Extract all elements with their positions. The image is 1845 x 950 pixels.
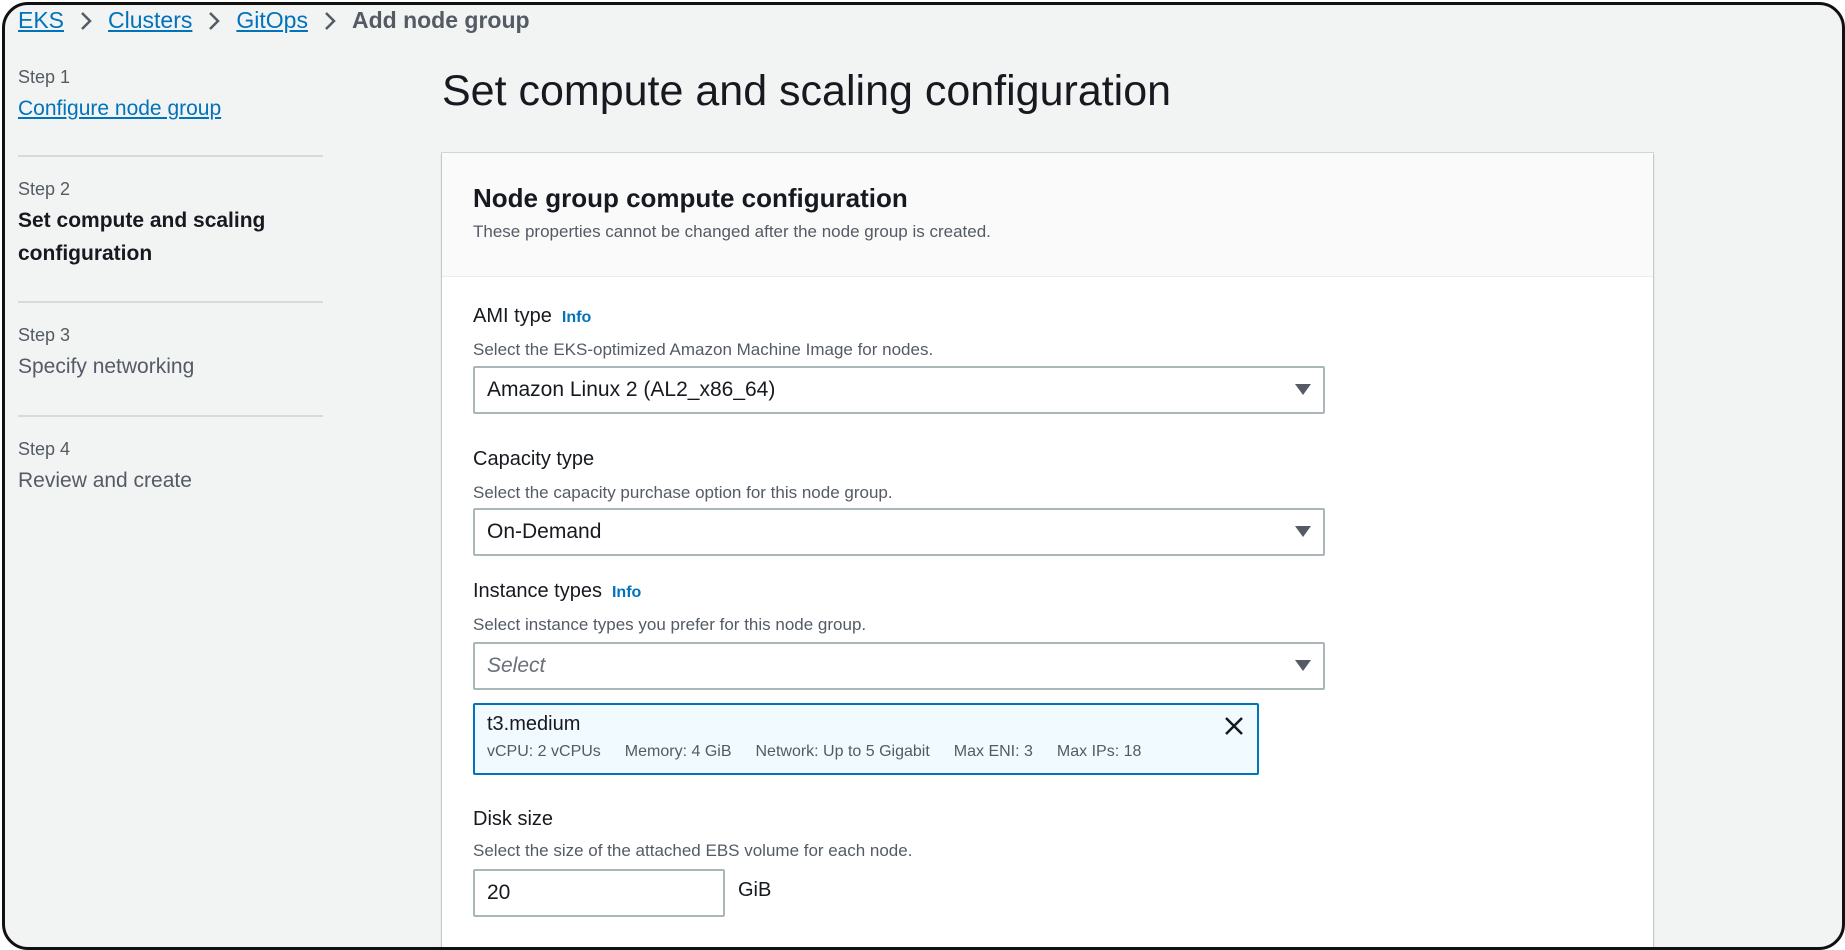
token-name: t3.medium xyxy=(487,713,581,735)
step-number: Step 3 xyxy=(18,325,71,345)
breadcrumb-clusters[interactable]: Clusters xyxy=(108,7,192,34)
step-4: Step 4 Review and create xyxy=(18,417,323,497)
breadcrumb-current: Add node group xyxy=(351,7,530,33)
ami-info-link[interactable]: Info xyxy=(562,309,591,326)
step-3: Step 3 Specify networking xyxy=(18,303,323,417)
panel-title: Node group compute configuration xyxy=(473,183,908,213)
app-frame: EKS Clusters GitOps Add node group Step … xyxy=(2,2,1845,950)
step-2-label: Set compute and scaling configuration xyxy=(18,209,266,265)
wizard-steps: Step 1 Configure node group Step 2 Set c… xyxy=(18,67,323,497)
instance-types-label-text: Instance types xyxy=(473,580,602,602)
token-max-eni: Max ENI: 3 xyxy=(953,743,1033,760)
token-attributes: vCPU: 2 vCPUs Memory: 4 GiB Network: Up … xyxy=(487,743,1245,761)
instance-types-select[interactable]: Select xyxy=(473,642,1325,690)
step-number: Step 1 xyxy=(18,67,71,87)
instance-types-description: Select instance types you prefer for thi… xyxy=(473,615,867,634)
instance-type-token: t3.medium vCPU: 2 vCPUs Memory: 4 GiB Ne… xyxy=(473,703,1259,775)
breadcrumb-eks[interactable]: EKS xyxy=(18,7,64,34)
ami-type-select[interactable]: Amazon Linux 2 (AL2_x86_64) xyxy=(473,366,1325,414)
step-1: Step 1 Configure node group xyxy=(18,67,323,157)
token-memory: Memory: 4 GiB xyxy=(624,743,732,760)
chevron-right-icon xyxy=(80,11,92,31)
caret-down-icon xyxy=(1283,526,1323,538)
breadcrumb: EKS Clusters GitOps Add node group xyxy=(18,7,530,34)
breadcrumb-gitops[interactable]: GitOps xyxy=(236,7,308,34)
token-vcpu: vCPU: 2 vCPUs xyxy=(487,743,601,760)
token-network: Network: Up to 5 Gigabit xyxy=(755,743,930,760)
capacity-type-value: On-Demand xyxy=(487,520,602,543)
step-2: Step 2 Set compute and scaling configura… xyxy=(18,157,323,303)
chevron-right-icon xyxy=(324,11,336,31)
caret-down-icon xyxy=(1283,384,1323,396)
compute-config-panel: Node group compute configuration These p… xyxy=(442,153,1653,947)
caret-down-icon xyxy=(1283,660,1323,672)
instance-types-placeholder: Select xyxy=(487,654,546,677)
ami-type-label: AMI type Info xyxy=(473,305,591,328)
capacity-type-description: Select the capacity purchase option for … xyxy=(473,483,893,502)
ami-type-value: Amazon Linux 2 (AL2_x86_64) xyxy=(487,378,776,401)
disk-size-input[interactable] xyxy=(473,869,725,917)
token-max-ips: Max IPs: 18 xyxy=(1056,743,1142,760)
step-4-label: Review and create xyxy=(18,469,192,492)
page-title: Set compute and scaling configuration xyxy=(442,67,1172,115)
step-1-link[interactable]: Configure node group xyxy=(18,92,323,125)
disk-size-label: Disk size xyxy=(473,808,554,830)
close-icon[interactable] xyxy=(1223,715,1245,742)
disk-size-description: Select the size of the attached EBS volu… xyxy=(473,841,913,860)
capacity-type-label: Capacity type xyxy=(473,448,595,470)
instance-types-info-link[interactable]: Info xyxy=(612,584,641,601)
capacity-type-select[interactable]: On-Demand xyxy=(473,508,1325,556)
ami-type-description: Select the EKS-optimized Amazon Machine … xyxy=(473,340,934,359)
step-3-label: Specify networking xyxy=(18,355,195,378)
panel-header: Node group compute configuration These p… xyxy=(442,153,1653,277)
instance-types-label: Instance types Info xyxy=(473,580,641,603)
step-number: Step 2 xyxy=(18,179,71,199)
disk-size-unit: GiB xyxy=(738,879,772,901)
panel-description: These properties cannot be changed after… xyxy=(473,222,991,241)
chevron-right-icon xyxy=(208,11,221,31)
step-number: Step 4 xyxy=(18,439,71,459)
ami-type-label-text: AMI type xyxy=(473,305,552,327)
